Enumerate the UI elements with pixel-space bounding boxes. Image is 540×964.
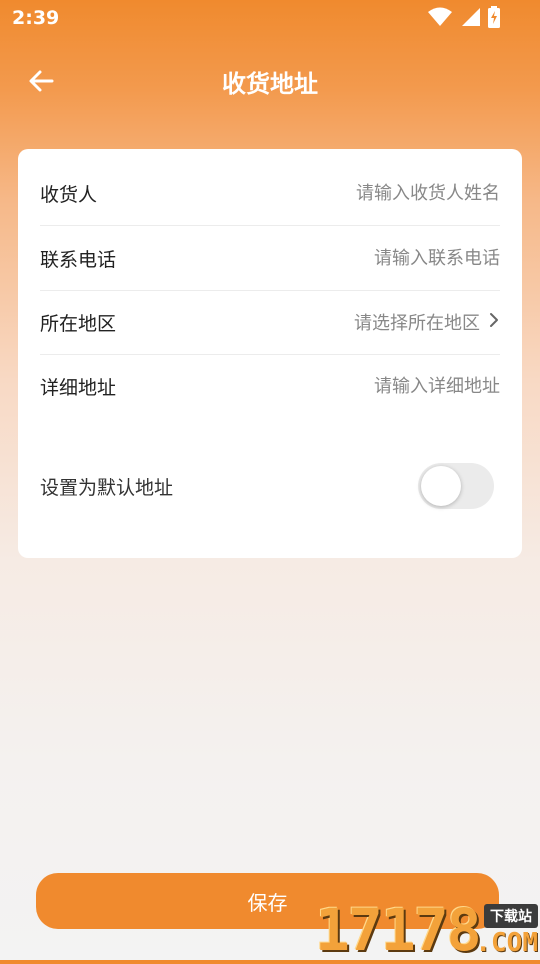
watermark-logo: 17178 下载站 .COM — [315, 898, 540, 960]
signal-icon — [460, 7, 480, 27]
page-title: 收货地址 — [222, 70, 318, 98]
region-label: 所在地区 — [40, 312, 117, 335]
watermark-number: 17178 — [315, 896, 482, 964]
watermark-badge: 下载站 — [484, 904, 538, 928]
detail-label: 详细地址 — [40, 376, 117, 399]
status-bar: 2:39 — [0, 0, 540, 36]
recipient-input[interactable] — [200, 182, 500, 204]
status-icons — [428, 6, 500, 28]
default-address-toggle[interactable] — [418, 463, 494, 509]
detail-row: 详细地址 — [40, 354, 500, 418]
default-address-row: 设置为默认地址 — [40, 461, 494, 511]
status-time: 2:39 — [12, 7, 60, 29]
nav-bar: 收货地址 — [0, 52, 540, 108]
battery-charging-icon — [488, 6, 500, 28]
phone-label: 联系电话 — [40, 248, 117, 271]
toggle-knob — [421, 466, 461, 506]
default-address-label: 设置为默认地址 — [40, 476, 174, 499]
address-form-card: 收货人 联系电话 所在地区 请选择所在地区 详细地址 设置为默认地址 — [18, 149, 522, 558]
recipient-row: 收货人 — [40, 161, 500, 226]
recipient-label: 收货人 — [40, 183, 98, 206]
detail-input[interactable] — [200, 375, 500, 397]
phone-row: 联系电话 — [40, 226, 500, 291]
region-selector[interactable]: 请选择所在地区 — [354, 309, 500, 335]
phone-input[interactable] — [200, 247, 500, 269]
watermark-suffix: .COM — [475, 928, 538, 958]
chevron-right-icon — [488, 311, 500, 334]
wifi-icon — [428, 7, 452, 27]
region-row[interactable]: 所在地区 请选择所在地区 — [40, 290, 500, 355]
region-placeholder: 请选择所在地区 — [354, 313, 480, 334]
